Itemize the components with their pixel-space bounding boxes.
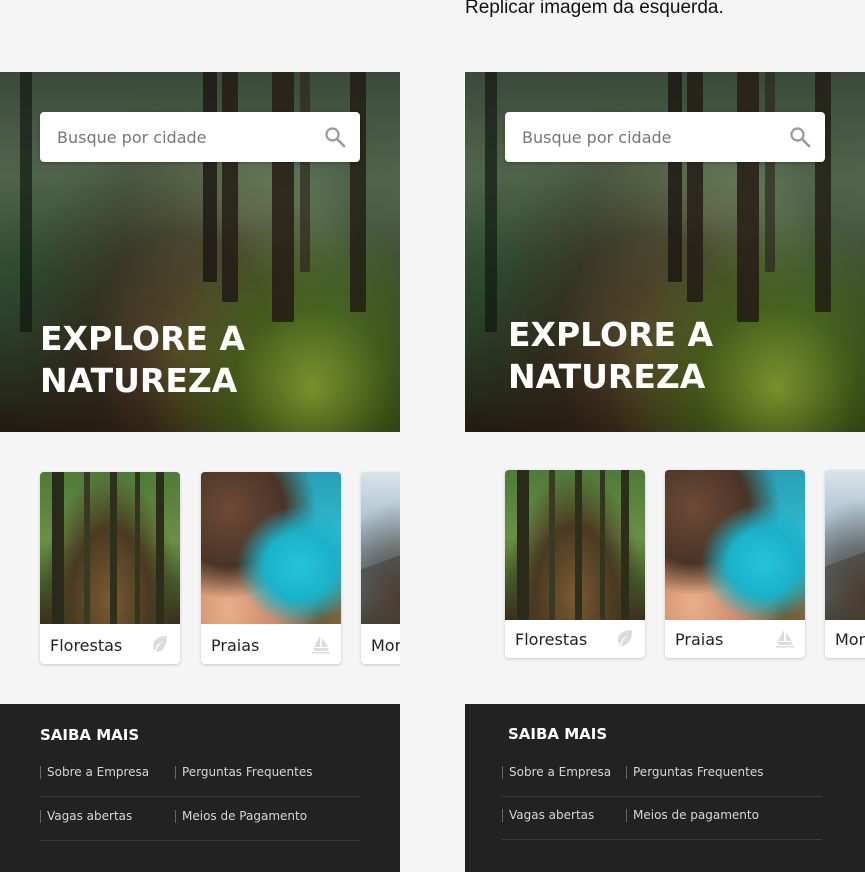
hero-title: EXPLORE A NATUREZA bbox=[508, 314, 828, 398]
footer-link-vagas[interactable]: Vagas abertas bbox=[40, 810, 132, 823]
footer-link-perguntas[interactable]: Perguntas Frequentes bbox=[175, 766, 313, 779]
footer-link-vagas[interactable]: Vagas abertas bbox=[502, 809, 594, 822]
card-image-mountain bbox=[825, 470, 865, 620]
card-praias[interactable]: Praias bbox=[665, 470, 805, 658]
hero-title: EXPLORE A NATUREZA bbox=[40, 318, 360, 402]
footer: SAIBA MAIS Sobre a Empresa Perguntas Fre… bbox=[465, 704, 865, 872]
footer-title: SAIBA MAIS bbox=[40, 726, 140, 744]
footer-row: Vagas abertas Meios de Pagamento bbox=[40, 796, 360, 841]
card-label: Praias bbox=[211, 636, 260, 655]
search-input[interactable]: Busque por cidade bbox=[505, 112, 825, 162]
card-image-forest bbox=[505, 470, 645, 620]
footer-row: Sobre a Empresa Perguntas Frequentes bbox=[40, 752, 360, 797]
card-label: Montanhas bbox=[835, 630, 865, 649]
footer-link-sobre[interactable]: Sobre a Empresa bbox=[40, 766, 149, 779]
footer-row: Sobre a Empresa Perguntas Frequentes bbox=[502, 752, 822, 797]
card-florestas[interactable]: Florestas bbox=[505, 470, 645, 658]
card-image-beach bbox=[665, 470, 805, 620]
card-montanhas[interactable]: Montanhas bbox=[361, 472, 400, 664]
card-label: Florestas bbox=[50, 636, 123, 655]
hero-title-line2: NATUREZA bbox=[508, 357, 706, 396]
footer: SAIBA MAIS Sobre a Empresa Perguntas Fre… bbox=[0, 704, 400, 872]
card-image-forest bbox=[40, 472, 180, 624]
card-label: Florestas bbox=[515, 630, 588, 649]
card-label: Montanhas bbox=[371, 636, 400, 655]
card-image-beach bbox=[201, 472, 341, 624]
page-note: Replicar imagem da esquerda. bbox=[465, 0, 724, 18]
search-placeholder: Busque por cidade bbox=[57, 128, 207, 147]
hero-title-line2: NATUREZA bbox=[40, 361, 238, 400]
sailboat-icon bbox=[775, 628, 795, 648]
search-input[interactable]: Busque por cidade bbox=[40, 112, 360, 162]
search-icon[interactable] bbox=[789, 126, 811, 148]
footer-title: SAIBA MAIS bbox=[508, 725, 608, 743]
search-placeholder: Busque por cidade bbox=[522, 128, 672, 147]
hero-banner: Busque por cidade EXPLORE A NATUREZA bbox=[465, 72, 865, 432]
footer-link-perguntas[interactable]: Perguntas Frequentes bbox=[626, 766, 764, 779]
sailboat-icon bbox=[311, 634, 331, 654]
hero-banner: Busque por cidade EXPLORE A NATUREZA bbox=[0, 72, 400, 432]
search-icon[interactable] bbox=[324, 126, 346, 148]
hero-title-line1: EXPLORE A bbox=[40, 319, 246, 358]
card-label: Praias bbox=[675, 630, 724, 649]
card-montanhas[interactable]: Montanhas bbox=[825, 470, 865, 658]
reference-frame: Busque por cidade EXPLORE A NATUREZA Flo… bbox=[0, 72, 400, 872]
card-florestas[interactable]: Florestas bbox=[40, 472, 180, 664]
footer-row: Vagas abertas Meios de pagamento bbox=[502, 795, 822, 840]
footer-link-pagamento[interactable]: Meios de Pagamento bbox=[175, 810, 307, 823]
leaf-icon bbox=[150, 634, 170, 654]
replica-frame: Busque por cidade EXPLORE A NATUREZA Flo… bbox=[465, 72, 865, 872]
footer-link-pagamento[interactable]: Meios de pagamento bbox=[626, 809, 759, 822]
card-praias[interactable]: Praias bbox=[201, 472, 341, 664]
card-image-mountain bbox=[361, 472, 400, 624]
footer-link-sobre[interactable]: Sobre a Empresa bbox=[502, 766, 611, 779]
leaf-icon bbox=[615, 628, 635, 648]
hero-title-line1: EXPLORE A bbox=[508, 315, 714, 354]
